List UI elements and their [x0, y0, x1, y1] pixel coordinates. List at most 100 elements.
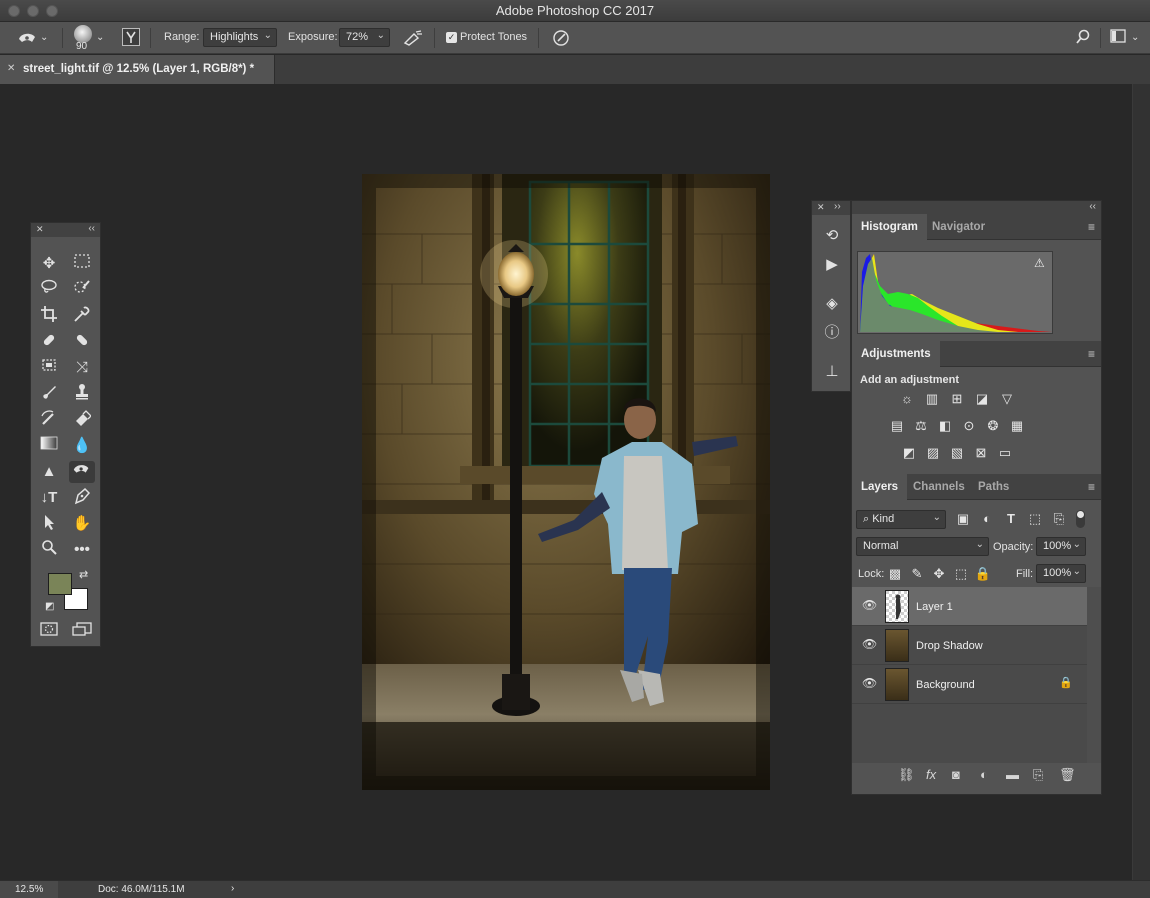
tools-panel-header[interactable]: ✕ ‹‹: [31, 223, 100, 237]
tab-channels[interactable]: Channels: [904, 474, 974, 500]
content-aware-move-tool-icon[interactable]: ⤨: [69, 357, 95, 379]
gradient-tool-icon[interactable]: [36, 435, 62, 457]
close-icon[interactable]: ✕: [7, 63, 15, 74]
history-brush-tool-icon[interactable]: [36, 409, 62, 431]
levels-icon[interactable]: ▥: [923, 390, 941, 408]
actions-play-icon[interactable]: ▶: [821, 254, 843, 276]
lock-artboard-icon[interactable]: ⬚: [952, 565, 970, 583]
layer-row[interactable]: 👁 Layer 1: [852, 587, 1087, 626]
more-tools-icon[interactable]: •••: [69, 539, 95, 561]
foreground-color-swatch[interactable]: [48, 573, 72, 595]
quick-mask-icon[interactable]: [36, 621, 62, 643]
layer-filter-select[interactable]: ⌕ Kind ⌄: [856, 510, 946, 529]
exposure-icon[interactable]: ◪: [973, 390, 991, 408]
eyedropper-tool-icon[interactable]: [69, 305, 95, 327]
lock-icon[interactable]: 🔒: [1059, 676, 1073, 689]
filter-adjustment-icon[interactable]: ◐: [978, 510, 996, 528]
lock-transparent-icon[interactable]: ▩: [886, 565, 904, 583]
new-group-icon[interactable]: ▬: [1006, 767, 1019, 782]
path-selection-tool-icon[interactable]: [36, 513, 62, 535]
layer-row[interactable]: 👁 Drop Shadow: [852, 626, 1087, 665]
close-icon[interactable]: ✕: [36, 224, 44, 235]
blur-tool-icon[interactable]: 💧: [69, 435, 95, 457]
burn-tool-icon[interactable]: [69, 461, 95, 483]
lock-position-icon[interactable]: ✥: [930, 565, 948, 583]
invert-icon[interactable]: ◩: [900, 444, 918, 462]
collapse-icon[interactable]: ‹‹: [88, 223, 95, 234]
quick-selection-tool-icon[interactable]: [69, 279, 95, 301]
lasso-tool-icon[interactable]: [36, 279, 62, 301]
document-image[interactable]: [362, 174, 770, 790]
fx-icon[interactable]: fx: [926, 767, 936, 782]
document-tab[interactable]: ✕ street_light.tif @ 12.5% (Layer 1, RGB…: [0, 55, 275, 84]
search-icon[interactable]: [1073, 29, 1093, 48]
gradient-map-icon[interactable]: ▭: [996, 444, 1014, 462]
workspace-icon[interactable]: [1108, 29, 1128, 46]
protect-tones-checkbox[interactable]: ✓: [446, 32, 457, 43]
color-lookup-icon[interactable]: ▦: [1008, 417, 1026, 435]
color-balance-icon[interactable]: ⚖: [912, 417, 930, 435]
layer-row[interactable]: 👁 Background 🔒: [852, 665, 1087, 704]
spot-healing-tool-icon[interactable]: [36, 331, 62, 353]
close-icon[interactable]: ✕: [817, 202, 825, 213]
type-tool-icon[interactable]: ↓T: [36, 487, 62, 509]
chevron-down-icon[interactable]: ⌄: [40, 30, 48, 46]
default-colors-icon[interactable]: ◩: [45, 601, 54, 612]
hue-saturation-icon[interactable]: ▤: [888, 417, 906, 435]
link-layers-icon[interactable]: ⛓: [898, 767, 915, 783]
dock-header[interactable]: ✕ ››: [812, 201, 850, 215]
tab-layers[interactable]: Layers: [852, 474, 908, 500]
airbrush-icon[interactable]: [402, 29, 424, 50]
sharpen-tool-icon[interactable]: ▲: [36, 461, 62, 483]
marquee-tool-icon[interactable]: [69, 253, 95, 275]
curves-icon[interactable]: ⊞: [948, 390, 966, 408]
add-mask-icon[interactable]: ◙: [952, 767, 960, 782]
opacity-field[interactable]: 100% ⌄: [1036, 537, 1086, 556]
panel-menu-icon[interactable]: ≡: [1088, 480, 1095, 494]
tab-navigator[interactable]: Navigator: [923, 214, 994, 240]
exposure-field[interactable]: 72% ⌄: [339, 28, 390, 47]
range-select[interactable]: Highlights ⌄: [203, 28, 277, 47]
tab-histogram[interactable]: Histogram: [852, 214, 927, 240]
filter-toggle[interactable]: [1076, 510, 1085, 528]
zoom-field[interactable]: 12.5%: [0, 881, 58, 898]
eye-icon[interactable]: 👁: [862, 598, 877, 612]
tab-paths[interactable]: Paths: [969, 474, 1018, 500]
posterize-icon[interactable]: ▨: [924, 444, 942, 462]
clone-stamp-tool-icon[interactable]: [69, 383, 95, 405]
filter-pixel-icon[interactable]: ▣: [954, 510, 972, 528]
vertical-scrollbar[interactable]: [1132, 84, 1150, 880]
swap-colors-icon[interactable]: ⇄: [79, 568, 88, 581]
zoom-tool-icon[interactable]: [36, 539, 62, 561]
content-aware-tool-icon[interactable]: [36, 357, 62, 379]
panel-menu-icon[interactable]: ≡: [1088, 220, 1095, 234]
panel-menu-icon[interactable]: ≡: [1088, 347, 1095, 361]
lock-image-icon[interactable]: ✎: [908, 565, 926, 583]
clone-source-icon[interactable]: ⊥: [821, 361, 843, 383]
expand-icon[interactable]: ››: [834, 201, 841, 212]
pressure-size-icon[interactable]: [551, 29, 571, 50]
crop-tool-icon[interactable]: [36, 305, 62, 327]
black-white-icon[interactable]: ◧: [936, 417, 954, 435]
pen-tool-icon[interactable]: [69, 487, 95, 509]
photo-filter-icon[interactable]: ⊙: [960, 417, 978, 435]
filter-shape-icon[interactable]: ⬚: [1026, 510, 1044, 528]
hand-tool-icon[interactable]: ✋: [69, 513, 95, 535]
new-layer-icon[interactable]: ⎘: [1033, 767, 1043, 783]
screen-mode-icon[interactable]: [69, 621, 95, 643]
blend-mode-select[interactable]: Normal ⌄: [856, 537, 989, 556]
collapse-icon[interactable]: ‹‹: [1089, 201, 1096, 212]
warning-icon[interactable]: ⚠: [1034, 256, 1045, 270]
fill-field[interactable]: 100% ⌄: [1036, 564, 1086, 583]
brush-panel-toggle-icon[interactable]: [122, 28, 140, 46]
eye-icon[interactable]: 👁: [862, 637, 877, 651]
vibrance-icon[interactable]: ▽: [998, 390, 1016, 408]
history-icon[interactable]: ⟲: [821, 225, 843, 247]
brush-picker-chevron-icon[interactable]: ⌄: [96, 30, 104, 46]
filter-smart-object-icon[interactable]: ⎘: [1050, 510, 1068, 528]
eye-icon[interactable]: 👁: [862, 676, 877, 690]
panel-group-header[interactable]: ‹‹: [852, 201, 1101, 214]
info-icon[interactable]: ⓘ: [821, 322, 843, 344]
layers-scrollbar[interactable]: [1087, 587, 1101, 763]
workspace-chevron-icon[interactable]: ⌄: [1131, 30, 1139, 46]
